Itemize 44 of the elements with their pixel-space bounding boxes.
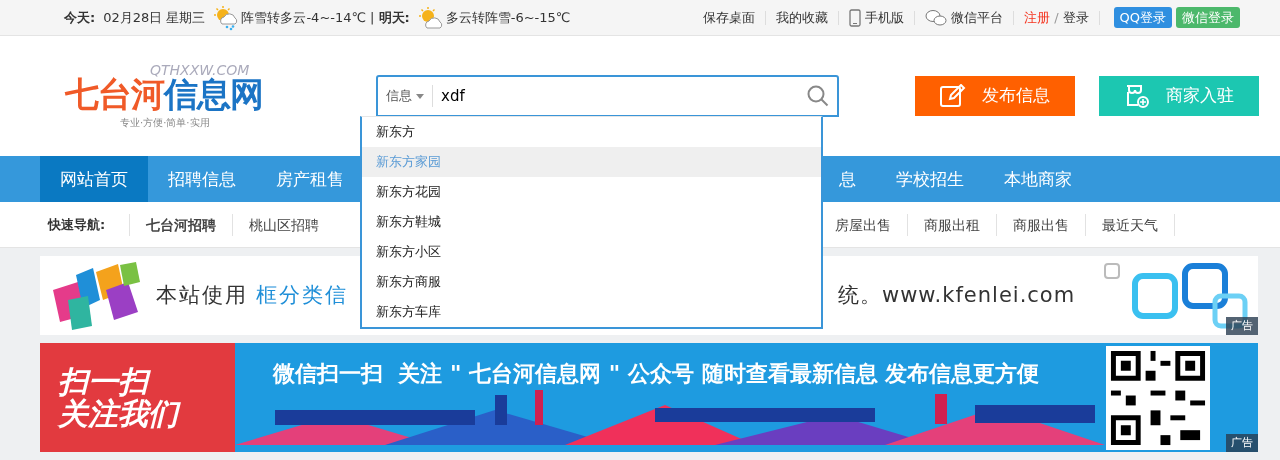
top-link[interactable]: 我的收藏 <box>776 7 829 28</box>
nav-item[interactable]: 网站首页 <box>40 156 148 202</box>
quick-link[interactable]: 最近天气 <box>1086 213 1176 236</box>
edit-icon <box>940 84 966 108</box>
suggestion-item[interactable]: 新东方 <box>362 117 821 147</box>
top-link[interactable]: 微信平台 <box>925 7 1004 28</box>
ad-label: 广告 <box>1226 433 1258 452</box>
logo-domain: QTHXXW.COM <box>150 62 251 77</box>
banner-text: 本站使用 <box>156 281 248 309</box>
badge-text: 关注我们 <box>58 397 235 429</box>
quick-link[interactable]: 桃山区招聘 <box>232 213 336 236</box>
divider-text: | <box>370 8 375 27</box>
suggestion-item[interactable]: 新东方小区 <box>362 237 821 267</box>
qr-code-icon <box>1106 345 1210 450</box>
search-field[interactable]: 信息 xdf <box>376 75 839 117</box>
slash-text: / <box>1054 8 1059 27</box>
shop-add-icon <box>1124 84 1150 108</box>
caret-icon <box>416 93 424 99</box>
quick-link[interactable]: 房屋出售 <box>819 213 909 236</box>
weather-text: 阵雪转多云-4~-14℃ <box>241 8 367 27</box>
quick-link[interactable]: 商服出售 <box>997 213 1087 236</box>
banner-text: 统。www.kfenlei.com <box>838 281 1076 309</box>
quick-link[interactable]: 七台河招聘 <box>129 213 233 236</box>
chat-bubbles-icon <box>925 8 948 27</box>
weather-text: 多云转阵雪-6~-15℃ <box>445 8 571 27</box>
quick-nav-label: 快速导航: <box>48 215 106 234</box>
logo-slogan: 专业·方便·简单·实用 <box>120 115 211 130</box>
phone-icon <box>849 8 862 27</box>
suggestion-item[interactable]: 新东方商服 <box>362 267 821 297</box>
top-link[interactable]: 手机版 <box>849 7 905 28</box>
top-link[interactable]: 保存桌面 <box>703 7 756 28</box>
quick-link[interactable]: 商服出租 <box>908 213 998 236</box>
badge-text: 扫一扫 <box>58 366 235 398</box>
suggestion-item[interactable]: 新东方花园 <box>362 177 821 207</box>
ad-label: 广告 <box>1226 316 1258 335</box>
banner-headline: 微信扫一扫 关注 " 七台河信息网 " 公众号 随时查看最新信息 发布信息更方便 <box>271 360 1041 388</box>
banner-highlight: 框分类信 <box>256 281 348 309</box>
logo-name: 七台河信息网 <box>65 76 264 111</box>
search-icon[interactable] <box>807 85 829 107</box>
suggestion-item[interactable]: 新东方车库 <box>362 297 821 327</box>
tomorrow-label: 明天: <box>378 8 410 27</box>
date-text: 02月28日 星期三 <box>103 8 206 27</box>
suggestion-item[interactable]: 新东方鞋城 <box>362 207 821 237</box>
today-label: 今天: <box>64 8 96 27</box>
